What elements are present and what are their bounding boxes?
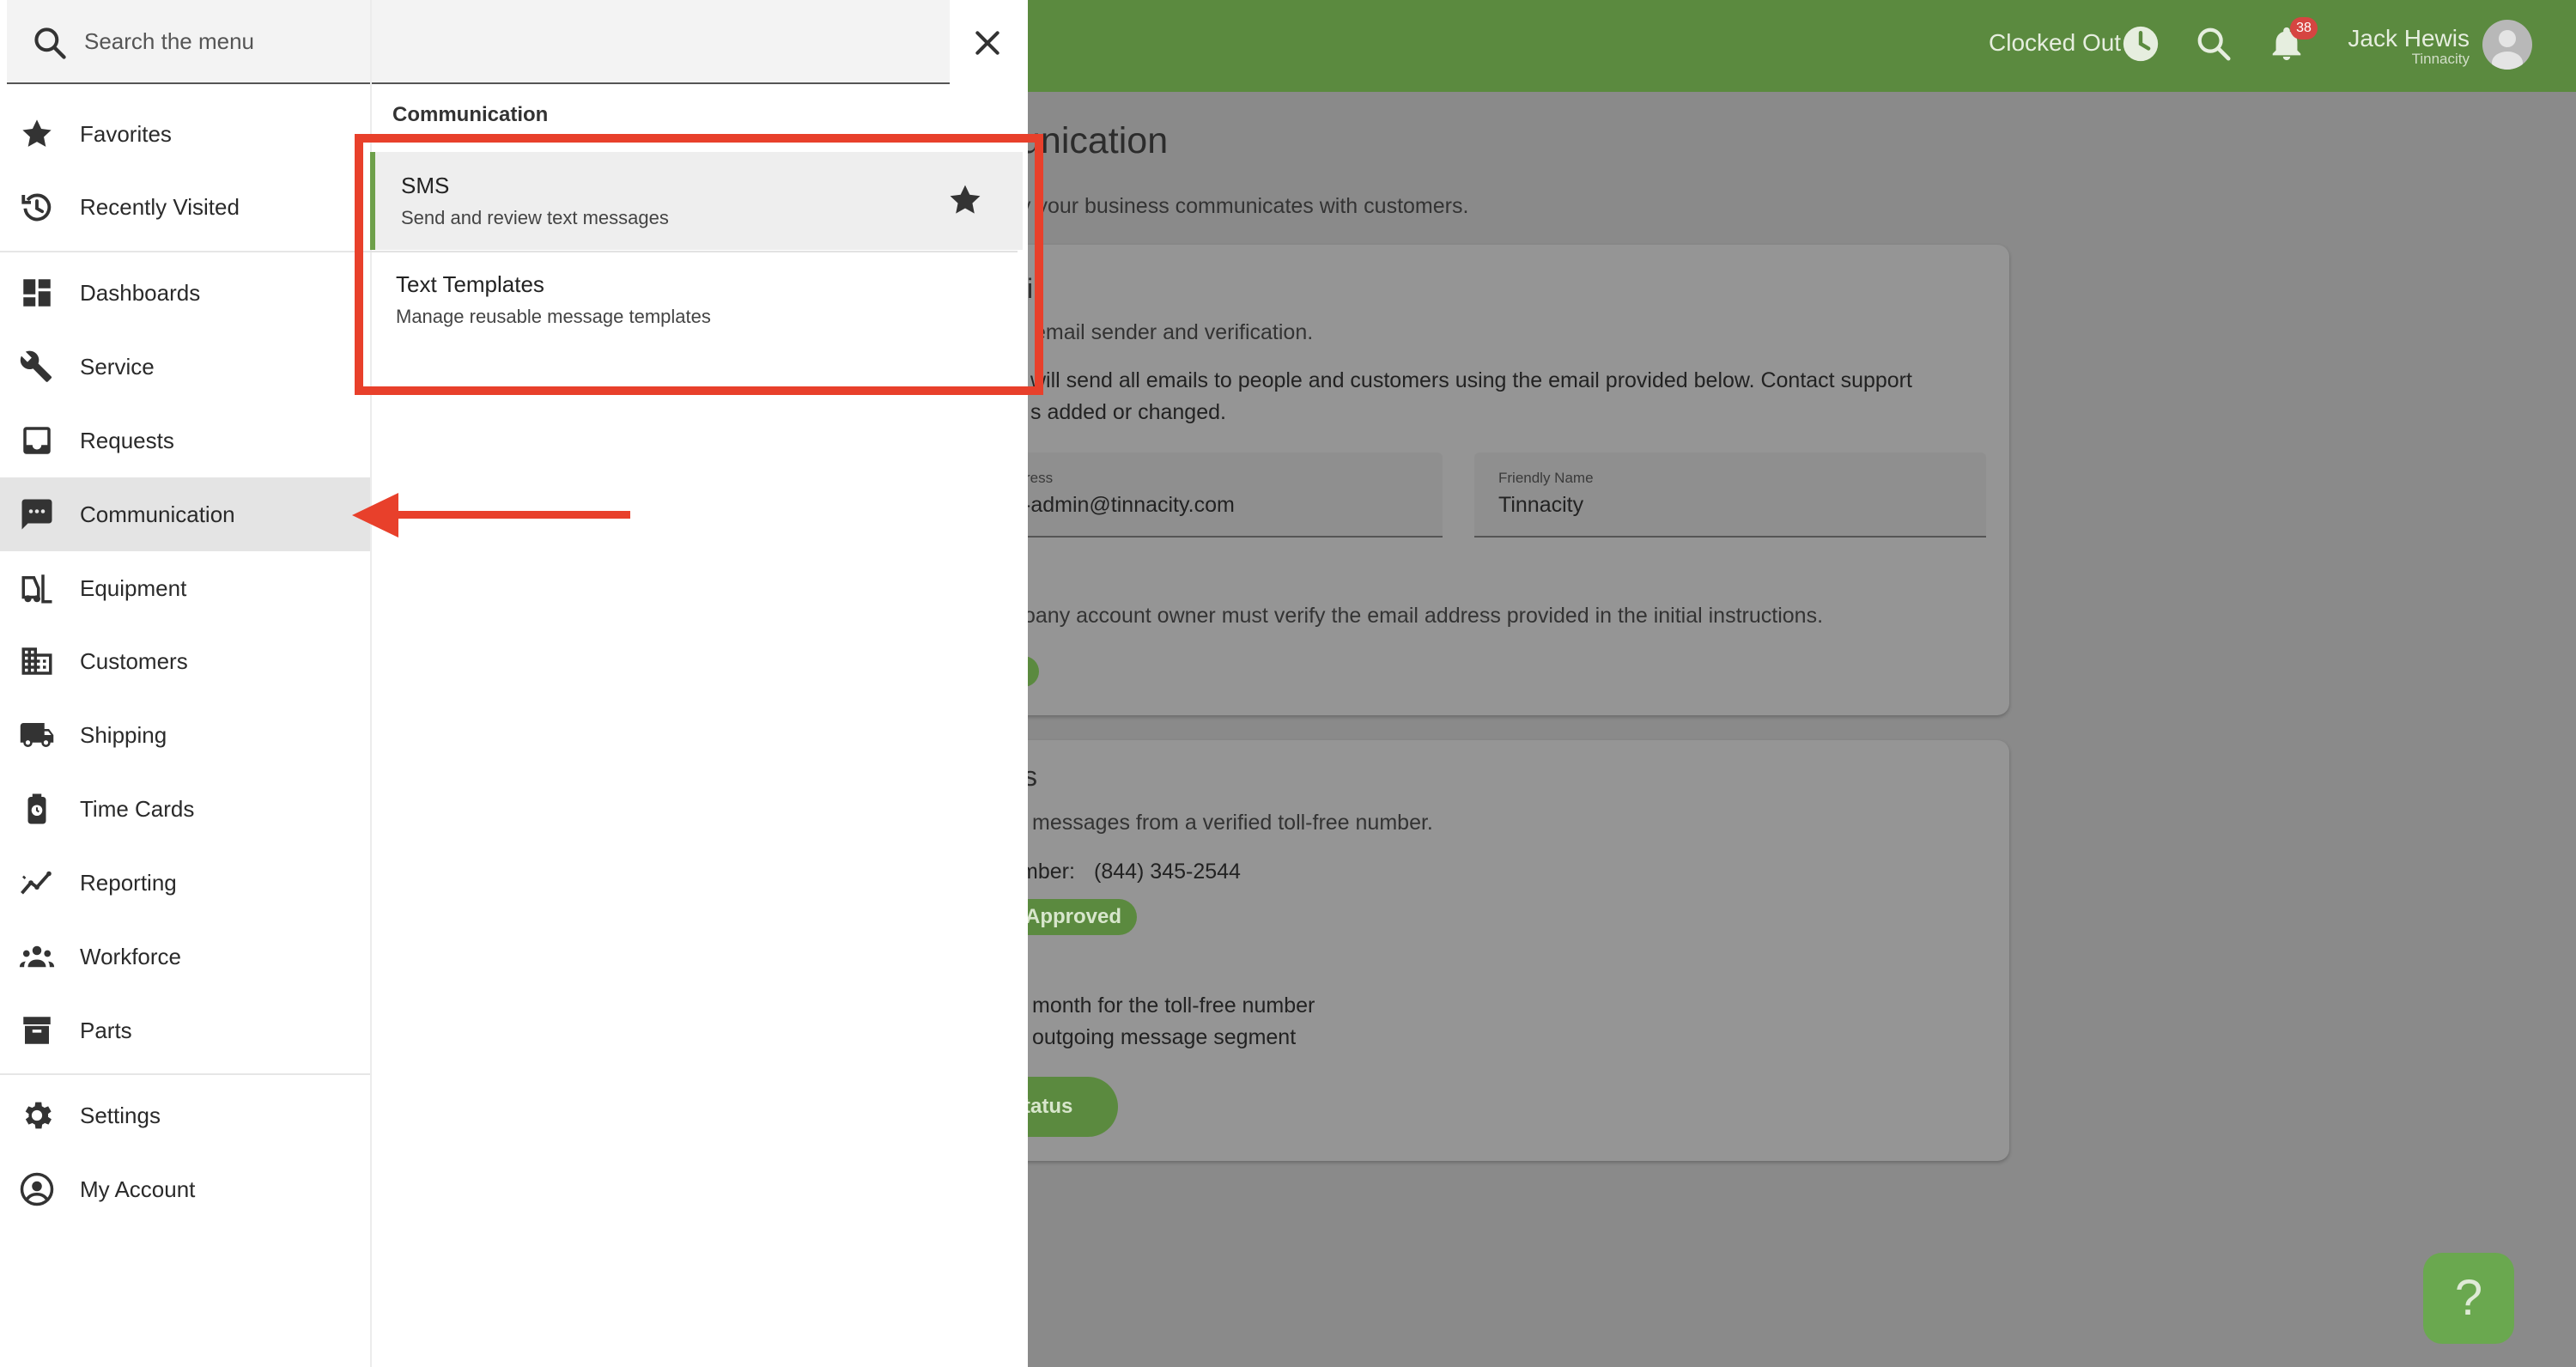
nav-item-label: Equipment	[80, 575, 187, 601]
nav-item-recently-visited[interactable]: Recently Visited	[0, 170, 370, 244]
nav-item-label: My Account	[80, 1176, 196, 1202]
group-icon	[19, 939, 55, 975]
nav-item-label: Communication	[80, 501, 235, 527]
forklift-icon	[19, 570, 55, 606]
nav-item-label: Workforce	[80, 944, 181, 969]
trend-icon	[19, 865, 55, 901]
toll-free-number-value: (844) 345-2544	[1094, 860, 1241, 884]
nav-item-my-account[interactable]: My Account	[0, 1152, 370, 1226]
nav-item-label: Recently Visited	[80, 194, 240, 220]
menu-nav: Favorites Recently Visited Dashboards Se…	[0, 0, 372, 1367]
email-card-subtitle: email sender and verification.	[1034, 320, 1314, 344]
sms-card	[987, 740, 2009, 1161]
email-card-body-2: s added or changed.	[1030, 400, 1226, 424]
timecard-icon	[19, 791, 55, 827]
sms-card-subtitle: messages from a verified toll-free numbe…	[1032, 811, 1433, 835]
history-icon	[19, 189, 55, 225]
search-icon[interactable]	[2194, 24, 2233, 64]
friendly-name-value: Tinnacity	[1498, 493, 1584, 517]
nav-item-parts[interactable]: Parts	[0, 993, 370, 1067]
account-icon	[19, 1171, 55, 1207]
submenu-section-title: Communication	[392, 103, 549, 126]
nav-item-label: Settings	[80, 1103, 161, 1128]
nav-item-label: Reporting	[80, 870, 177, 896]
wrench-icon	[19, 349, 55, 385]
nav-item-equipment[interactable]: Equipment	[0, 551, 370, 625]
user-org: Tinnacity	[2411, 51, 2470, 67]
star-icon	[19, 116, 55, 152]
cost-line-1: month for the toll-free number	[1032, 993, 1315, 1018]
notification-count-badge: 38	[2290, 17, 2318, 39]
gear-icon	[19, 1097, 55, 1133]
truck-icon	[19, 717, 55, 753]
nav-item-label: Customers	[80, 648, 188, 674]
verify-note: oany account owner must verify the email…	[1024, 604, 1824, 628]
nav-item-reporting[interactable]: Reporting	[0, 846, 370, 920]
nav-item-label: Favorites	[80, 121, 172, 147]
page-subtitle: y your business communicates with custom…	[1020, 194, 1469, 218]
nav-item-customers[interactable]: Customers	[0, 624, 370, 698]
nav-item-service[interactable]: Service	[0, 330, 370, 404]
nav-item-label: Dashboards	[80, 280, 201, 306]
clock-icon[interactable]	[2122, 25, 2160, 63]
nav-item-label: Time Cards	[80, 796, 195, 822]
highlight-box-annotation	[355, 134, 1043, 395]
toll-free-number-label: mber:	[1020, 860, 1075, 884]
email-address-value: -admin@tinnacity.com	[1024, 493, 1235, 517]
email-address-label: ress	[1025, 470, 1054, 486]
cost-line-2: outgoing message segment	[1032, 1025, 1297, 1049]
nav-item-time-cards[interactable]: Time Cards	[0, 772, 370, 846]
friendly-name-label: Friendly Name	[1498, 470, 1594, 486]
dashboard-icon	[19, 275, 55, 311]
email-card-body-1: will send all emails to people and custo…	[1030, 368, 1912, 392]
chat-icon	[19, 496, 55, 532]
nav-item-label: Shipping	[80, 722, 167, 748]
nav-item-label: Requests	[80, 428, 174, 453]
nav-item-dashboards[interactable]: Dashboards	[0, 256, 370, 330]
user-name[interactable]: Jack Hewis	[2348, 25, 2470, 52]
inbox-icon	[19, 422, 55, 459]
nav-item-settings[interactable]: Settings	[0, 1078, 370, 1152]
nav-item-label: Service	[80, 354, 155, 380]
archive-icon	[19, 1012, 55, 1048]
nav-item-favorites[interactable]: Favorites	[0, 97, 370, 171]
nav-divider	[0, 1073, 370, 1075]
help-button[interactable]: ?	[2423, 1253, 2514, 1344]
pointer-arrow-annotation	[350, 489, 634, 541]
avatar[interactable]	[2482, 20, 2532, 70]
nav-item-shipping[interactable]: Shipping	[0, 698, 370, 772]
close-icon[interactable]	[970, 26, 1005, 60]
nav-item-label: Parts	[80, 1018, 132, 1043]
nav-item-workforce[interactable]: Workforce	[0, 920, 370, 993]
nav-item-requests[interactable]: Requests	[0, 404, 370, 477]
nav-divider	[0, 251, 370, 252]
clock-status[interactable]: Clocked Out	[1989, 29, 2121, 57]
building-icon	[19, 643, 55, 679]
nav-item-communication[interactable]: Communication	[0, 477, 370, 551]
